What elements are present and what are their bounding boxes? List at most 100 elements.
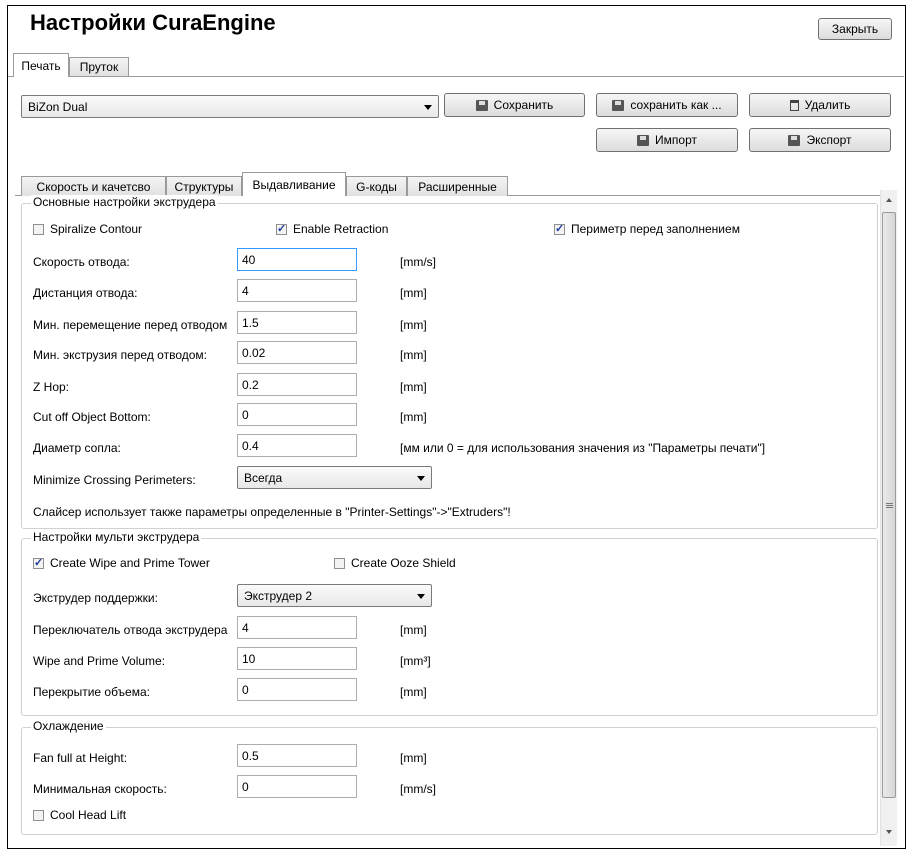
floppy-disk-icon [475,99,488,111]
enable-retraction-label: Enable Retraction [293,222,389,236]
nozzle-diameter-input[interactable] [237,434,357,457]
z-hop-label: Z Hop: [33,380,70,394]
support-extruder-select[interactable]: Экструдер 2 [237,584,432,607]
export-button[interactable]: Экспорт [749,128,891,152]
tab-structures[interactable]: Структуры [166,176,242,196]
fan-full-height-label: Fan full at Height: [33,751,128,765]
ooze-shield-label: Create Ooze Shield [351,556,456,570]
spiralize-contour-label: Spiralize Contour [50,222,143,236]
wipe-tower-label: Create Wipe and Prime Tower [50,556,210,570]
minimize-crossing-value: Всегда [244,470,283,485]
volume-overlap-input[interactable] [237,678,357,701]
grip-line [886,503,893,504]
tab-extrusion[interactable]: Выдавливание [242,172,346,196]
floppy-disk-icon [637,134,650,146]
grip-line [886,507,893,508]
fan-full-height-unit: [mm] [400,751,427,765]
save-as-button[interactable]: сохранить как ... [596,93,738,117]
min-extrusion-unit: [mm] [400,348,427,362]
minimize-crossing-select[interactable]: Всегда [237,466,432,489]
delete-button-label: Удалить [804,98,851,112]
extruder-basic-legend: Основные настройки экструдера [31,195,218,209]
scrollbar-thumb[interactable] [882,212,896,798]
nozzle-diameter-unit: [мм или 0 = для использования значения и… [400,441,766,455]
floppy-disk-icon [612,99,625,111]
close-button-label: Закрыть [831,22,879,36]
vertical-scrollbar[interactable] [880,190,897,846]
min-travel-input[interactable] [237,311,357,334]
enable-retraction-checkbox[interactable]: Enable Retraction [276,222,388,236]
cool-head-lift-label: Cool Head Lift [50,808,127,822]
support-extruder-value: Экструдер 2 [244,588,313,603]
checkbox-icon [33,223,44,235]
tab-advanced-label: Расширенные [418,179,497,194]
tab-structures-label: Структуры [174,179,234,194]
tab-gcodes-label: G-коды [356,179,397,194]
fan-full-height-input[interactable] [237,744,357,767]
floppy-disk-icon [788,134,801,146]
delete-button[interactable]: Удалить [749,93,891,117]
tab-filament[interactable]: Пруток [69,57,129,76]
retract-distance-unit: [mm] [400,286,427,300]
tab-print-label: Печать [21,58,61,73]
retract-speed-label: Скорость отвода: [33,255,130,269]
scroll-down-arrow-icon[interactable] [886,830,892,834]
wipe-tower-checkbox[interactable]: Create Wipe and Prime Tower [33,556,210,570]
chevron-down-icon [417,593,425,599]
extruder-note: Слайсер использует также параметры опред… [33,505,511,519]
checkbox-checked-icon [554,222,565,235]
extruder-switch-retract-label: Переключатель отвода экструдера [33,623,228,637]
chevron-down-icon [424,104,432,110]
wipe-prime-volume-label: Wipe and Prime Volume: [33,654,166,668]
retract-distance-input[interactable] [237,279,357,302]
tab-filament-label: Пруток [79,60,119,74]
wipe-prime-volume-unit: [mm³] [400,654,431,668]
retract-speed-unit: [mm/s] [400,255,436,269]
tab-speed-quality[interactable]: Скорость и качетсво [21,176,166,196]
trash-icon [789,99,799,111]
extruder-switch-retract-input[interactable] [237,616,357,639]
cooling-legend: Охлаждение [31,719,106,733]
min-speed-unit: [mm/s] [400,782,436,796]
close-button[interactable]: Закрыть [818,18,892,40]
perimeter-before-infill-checkbox[interactable]: Периметр перед заполнением [554,222,740,236]
checkbox-checked-icon [33,556,44,569]
profile-select[interactable]: BiZon Dual [21,95,439,118]
profile-select-value: BiZon Dual [28,99,88,114]
ooze-shield-checkbox[interactable]: Create Ooze Shield [334,556,456,570]
nozzle-diameter-label: Диаметр сопла: [33,441,121,455]
min-extrusion-input[interactable] [237,341,357,364]
multi-extruder-legend: Настройки мульти экструдера [31,530,202,544]
retract-speed-input[interactable] [237,248,357,271]
scroll-up-arrow-icon[interactable] [886,198,892,202]
wipe-prime-volume-input[interactable] [237,647,357,670]
cut-off-bottom-unit: [mm] [400,410,427,424]
save-button[interactable]: Сохранить [444,93,585,117]
min-extrusion-label: Мин. экструзия перед отводом: [33,348,207,362]
tab-print[interactable]: Печать [13,53,69,77]
tab-extrusion-label: Выдавливание [252,177,336,192]
tab-gcodes[interactable]: G-коды [346,176,407,196]
min-speed-input[interactable] [237,775,357,798]
retract-distance-label: Дистанция отвода: [33,286,138,300]
spiralize-contour-checkbox[interactable]: Spiralize Contour [33,222,142,236]
checkbox-icon [334,557,345,569]
cool-head-lift-checkbox[interactable]: Cool Head Lift [33,808,126,822]
checkbox-icon [33,809,44,821]
tab-advanced[interactable]: Расширенные [407,176,508,196]
grip-line [886,505,893,506]
save-button-label: Сохранить [493,98,554,112]
import-button[interactable]: Импорт [596,128,738,152]
cut-off-bottom-input[interactable] [237,403,357,426]
min-travel-unit: [mm] [400,318,427,332]
top-tab-divider [8,76,904,77]
z-hop-input[interactable] [237,373,357,396]
chevron-down-icon [417,475,425,481]
cut-off-bottom-label: Cut off Object Bottom: [33,410,151,424]
export-button-label: Экспорт [806,133,852,147]
perimeter-before-infill-label: Периметр перед заполнением [571,222,740,236]
tab-speed-quality-label: Скорость и качетсво [36,179,151,194]
min-travel-label: Мин. перемещение перед отводом [33,318,228,332]
window-title: Настройки CuraEngine [30,10,276,35]
save-as-button-label: сохранить как ... [630,98,722,112]
